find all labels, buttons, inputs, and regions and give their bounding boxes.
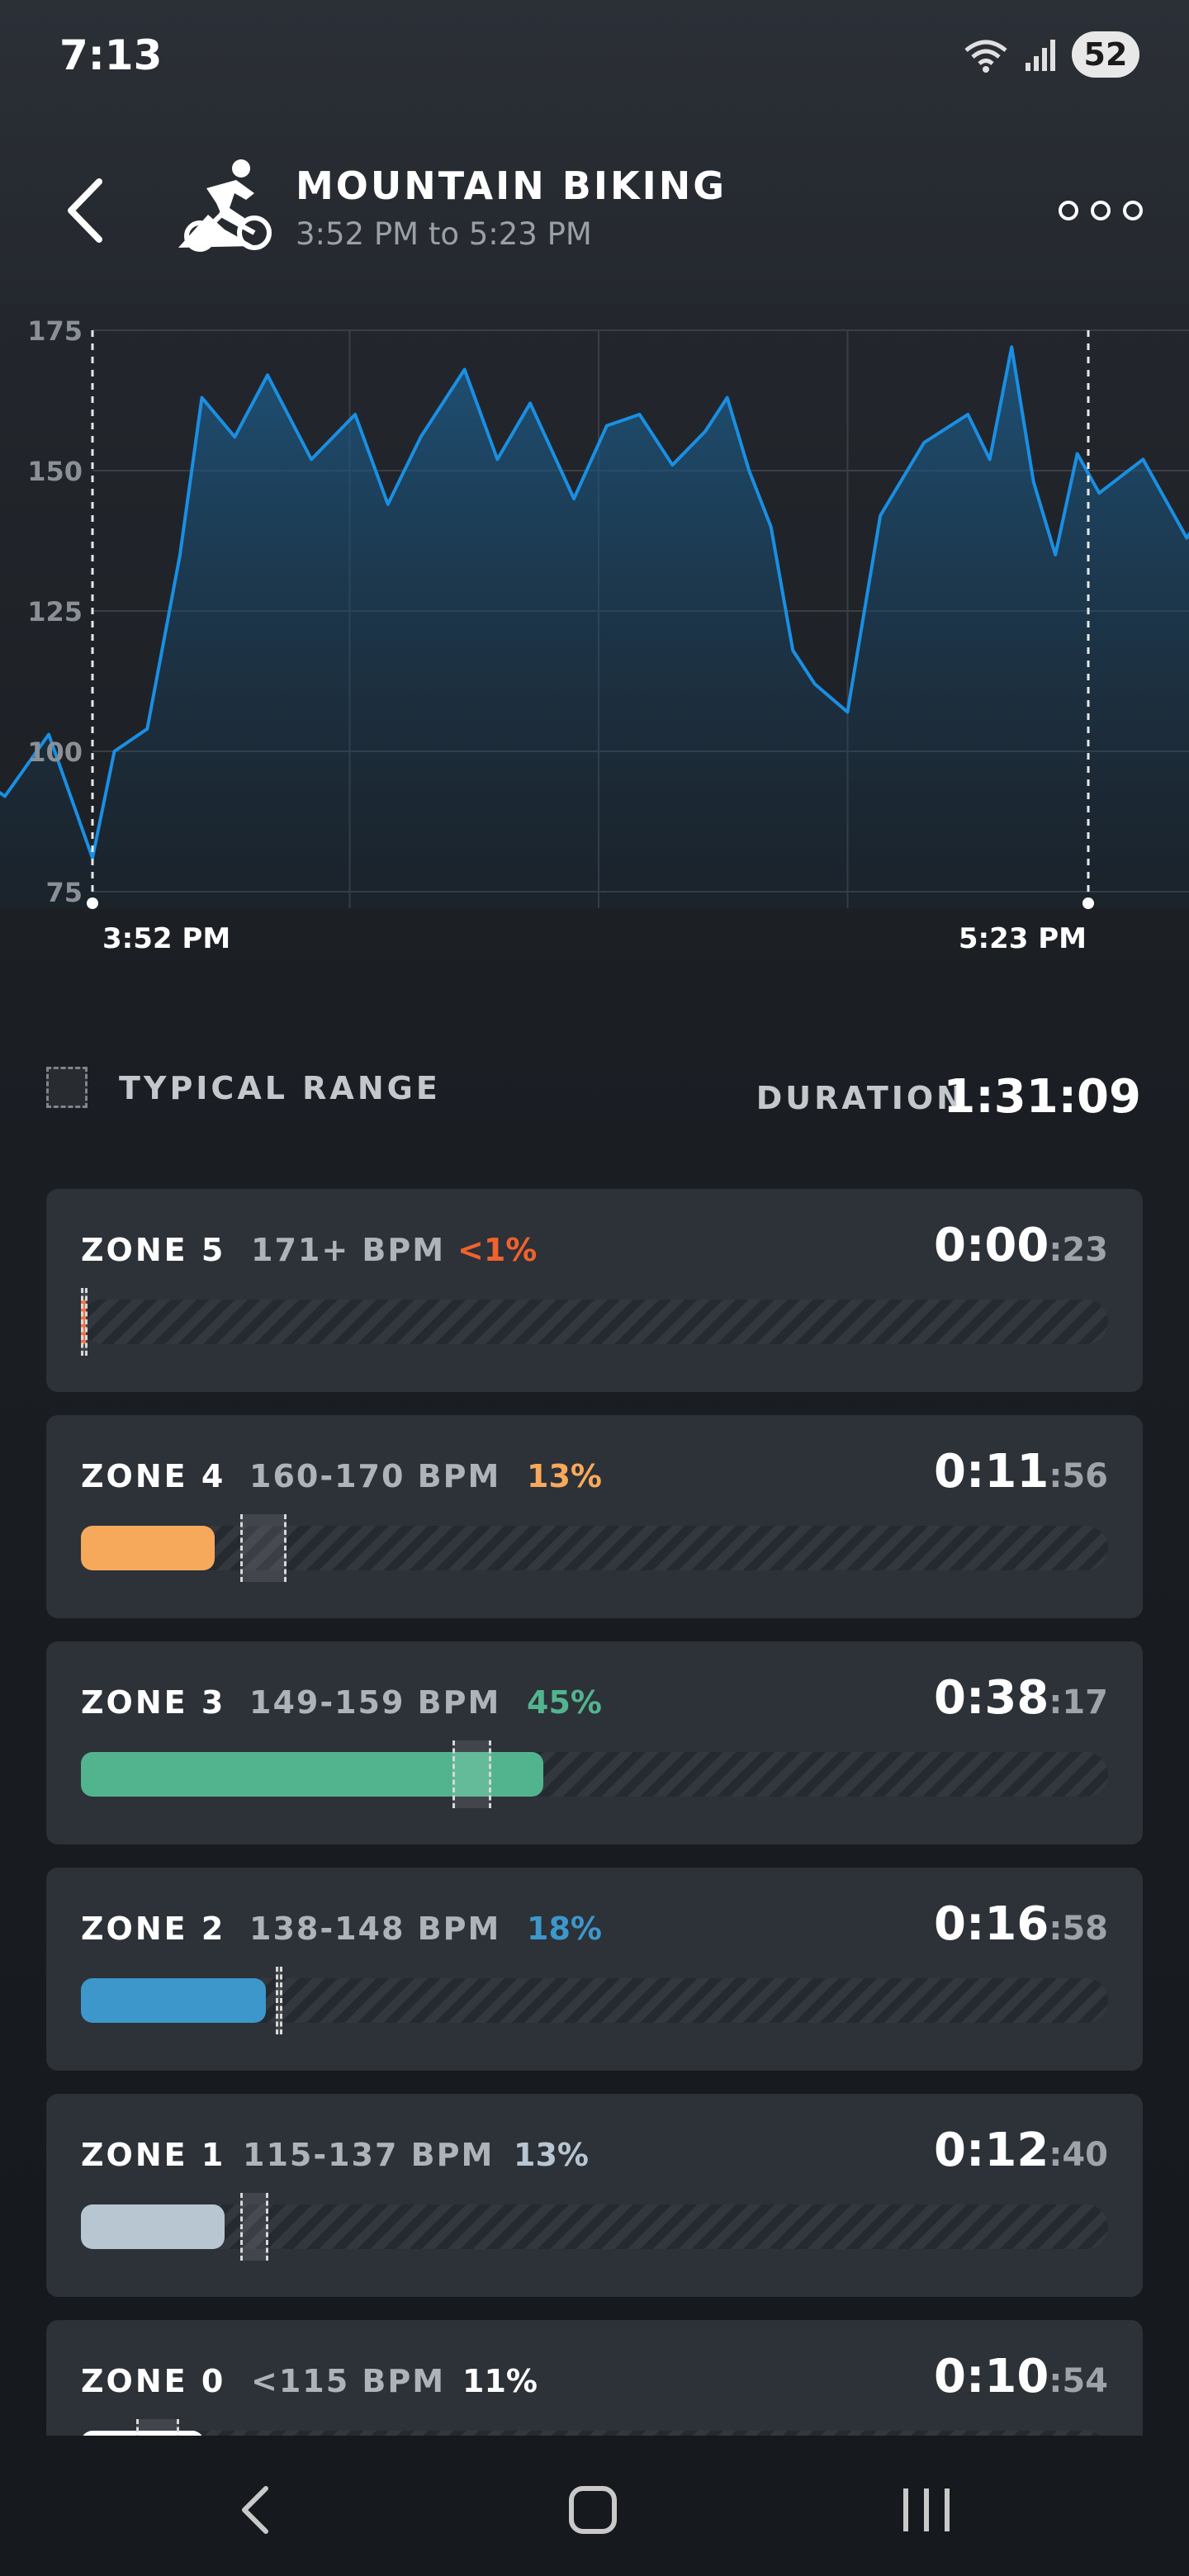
y-tick-label: 125 bbox=[27, 596, 83, 627]
zone-time-main: 0:16 bbox=[934, 1897, 1049, 1951]
zone-time-seconds: :58 bbox=[1049, 1910, 1108, 1948]
zone-percent: 13% bbox=[514, 2137, 589, 2173]
nav-home-icon bbox=[569, 2486, 617, 2534]
zone-time: 0:12:40 bbox=[934, 2124, 1108, 2177]
nav-recents-icon bbox=[903, 2488, 950, 2531]
zone-time: 0:11:56 bbox=[934, 1445, 1108, 1499]
typical-range-label: TYPICAL RANGE bbox=[119, 1070, 441, 1106]
zone-card[interactable]: ZONE 2 138-148 BPM 18% 0:16:58 bbox=[46, 1868, 1143, 2071]
zone-bpm-range: 171+ BPM bbox=[251, 1232, 446, 1268]
end-time-label: 5:23 PM bbox=[959, 922, 1087, 949]
zone-progress-fill bbox=[81, 1526, 215, 1570]
zone-progress-fill bbox=[81, 2204, 225, 2249]
zone-progress-track bbox=[81, 1514, 1108, 1582]
zone-time: 0:38:17 bbox=[934, 1671, 1108, 1725]
time-range-subtitle: 3:52 PM to 5:23 PM bbox=[296, 216, 592, 252]
app-screen: 7:13 52 MOUNTAIN BIKING 3:52 PM to 5:23 … bbox=[0, 0, 1189, 2576]
heart-rate-chart-svg: 175 150 125 100 75 3:52 PM 5:23 PM bbox=[0, 305, 1189, 949]
heart-rate-chart: 175 150 125 100 75 3:52 PM 5:23 PM bbox=[0, 305, 1189, 949]
zone-name: ZONE 4 bbox=[81, 1458, 226, 1494]
typical-range-marker bbox=[452, 1740, 491, 1808]
zone-time-main: 0:00 bbox=[934, 1219, 1049, 1272]
zone-time: 0:10:54 bbox=[934, 2350, 1108, 2403]
start-marker-dot bbox=[87, 897, 98, 909]
nav-recents-button[interactable] bbox=[885, 2477, 968, 2543]
chevron-left-icon bbox=[68, 178, 102, 243]
y-tick-label: 150 bbox=[27, 456, 83, 487]
nav-home-button[interactable] bbox=[552, 2477, 634, 2543]
duration-value: 1:31:09 bbox=[943, 1070, 1141, 1124]
zone-time-seconds: :56 bbox=[1049, 1457, 1108, 1495]
zone-progress-track bbox=[81, 1740, 1108, 1808]
zone-bpm-range: 149-159 BPM bbox=[249, 1684, 501, 1721]
mountain-biking-icon bbox=[175, 157, 277, 259]
zone-card[interactable]: ZONE 4 160-170 BPM 13% 0:11:56 bbox=[46, 1415, 1143, 1618]
zone-time-main: 0:12 bbox=[934, 2124, 1049, 2177]
zone-progress-track bbox=[81, 1288, 1108, 1356]
start-time-label: 3:52 PM bbox=[102, 922, 230, 949]
back-button[interactable] bbox=[58, 165, 116, 256]
wifi-5g-icon bbox=[964, 40, 1007, 73]
nav-back-icon bbox=[242, 2486, 268, 2534]
battery-indicator: 52 bbox=[1072, 31, 1139, 78]
zone-card[interactable]: ZONE 5 171+ BPM <1% 0:00:23 bbox=[46, 1189, 1143, 1392]
zone-name: ZONE 5 bbox=[81, 1232, 226, 1268]
typical-range-marker bbox=[276, 1967, 282, 2034]
zone-time-seconds: :40 bbox=[1049, 2136, 1108, 2174]
zone-time-main: 0:10 bbox=[934, 2350, 1049, 2403]
end-marker-dot bbox=[1082, 897, 1094, 909]
zone-card[interactable]: ZONE 1 115-137 BPM 13% 0:12:40 bbox=[46, 2094, 1143, 2297]
zone-time-main: 0:11 bbox=[934, 1445, 1049, 1499]
page-title: MOUNTAIN BIKING bbox=[296, 163, 727, 208]
y-tick-label: 175 bbox=[27, 315, 83, 347]
zone-name: ZONE 2 bbox=[81, 1911, 226, 1947]
y-tick-label: 75 bbox=[45, 877, 83, 908]
zone-time: 0:00:23 bbox=[934, 1219, 1108, 1272]
zone-progress-fill bbox=[81, 1978, 266, 2023]
typical-range-marker bbox=[81, 1288, 88, 1356]
zone-time: 0:16:58 bbox=[934, 1897, 1108, 1951]
status-icons: 52 bbox=[963, 30, 1139, 79]
zone-time-seconds: :23 bbox=[1049, 1231, 1108, 1269]
zone-name: ZONE 1 bbox=[81, 2137, 226, 2173]
zone-percent: 45% bbox=[527, 1684, 602, 1721]
duration-label: DURATION bbox=[756, 1080, 966, 1116]
zone-progress-track bbox=[81, 1967, 1108, 2034]
zone-bpm-range: 115-137 BPM bbox=[243, 2137, 495, 2173]
nav-back-button[interactable] bbox=[216, 2477, 299, 2543]
system-nav-bar bbox=[0, 2436, 1189, 2576]
signal-bars-icon bbox=[1026, 40, 1055, 71]
zone-bpm-range: <115 BPM bbox=[251, 2363, 446, 2399]
more-horizontal-icon bbox=[1059, 201, 1143, 220]
typical-range-marker bbox=[240, 1514, 287, 1582]
zone-progress-track bbox=[81, 2193, 1108, 2261]
zone-name: ZONE 3 bbox=[81, 1684, 226, 1721]
y-tick-label: 100 bbox=[27, 736, 83, 768]
zone-name: ZONE 0 bbox=[81, 2363, 226, 2399]
zone-percent: 11% bbox=[462, 2363, 538, 2399]
more-options-button[interactable] bbox=[1055, 192, 1146, 230]
zone-time-seconds: :54 bbox=[1049, 2362, 1108, 2400]
zone-percent: 13% bbox=[527, 1458, 602, 1494]
zone-percent: 18% bbox=[527, 1911, 602, 1947]
typical-range-marker bbox=[240, 2193, 268, 2261]
zone-time-main: 0:38 bbox=[934, 1671, 1049, 1725]
zone-bpm-range: 160-170 BPM bbox=[249, 1458, 501, 1494]
zone-bpm-range: 138-148 BPM bbox=[249, 1911, 501, 1947]
zone-time-seconds: :17 bbox=[1049, 1683, 1108, 1721]
typical-range-swatch bbox=[46, 1067, 88, 1108]
zone-card[interactable]: ZONE 3 149-159 BPM 45% 0:38:17 bbox=[46, 1641, 1143, 1844]
status-time: 7:13 bbox=[59, 31, 163, 79]
zone-percent: <1% bbox=[457, 1232, 538, 1268]
